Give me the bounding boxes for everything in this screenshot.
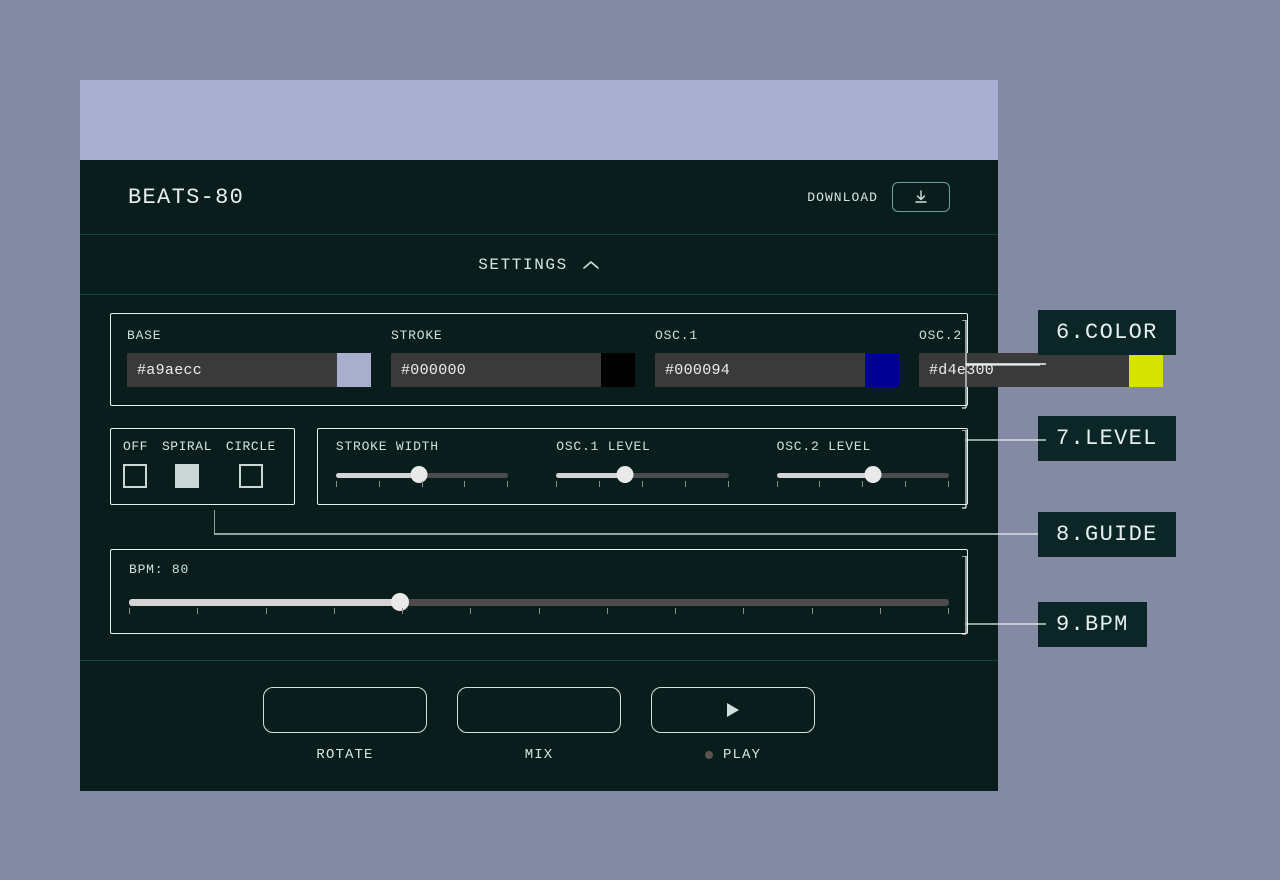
play-button[interactable] xyxy=(651,687,815,733)
bpm-group: BPM: 80 xyxy=(110,549,968,634)
color-base-input[interactable] xyxy=(127,353,337,387)
footer: ROTATE MIX PLAY xyxy=(80,660,998,791)
download-group: DOWNLOAD xyxy=(807,182,950,212)
app-panel: BEATS-80 DOWNLOAD SETTINGS BASE xyxy=(80,80,998,791)
guide-level-row: OFF SPIRAL CIRCLE STROKE WIDTH xyxy=(110,428,968,505)
play-label: PLAY xyxy=(705,747,761,763)
guide-circle-checkbox[interactable] xyxy=(239,464,263,488)
guide-circle: CIRCLE xyxy=(226,439,276,490)
guide-spiral-label: SPIRAL xyxy=(162,439,212,454)
guide-off: OFF xyxy=(123,439,148,490)
guide-circle-label: CIRCLE xyxy=(226,439,276,454)
osc1-level-label: OSC.1 LEVEL xyxy=(556,439,728,454)
color-osc1-input[interactable] xyxy=(655,353,865,387)
mix-button[interactable] xyxy=(457,687,621,733)
visualizer-area xyxy=(80,80,998,160)
color-base-label: BASE xyxy=(127,328,371,343)
guide-spiral: SPIRAL xyxy=(162,439,212,490)
annotation-color: 6.COLOR xyxy=(1038,310,1176,355)
osc1-level-col: OSC.1 LEVEL xyxy=(556,439,728,484)
play-icon xyxy=(726,702,740,718)
guide-spiral-checkbox[interactable] xyxy=(175,464,199,488)
play-col: PLAY xyxy=(651,687,815,763)
download-icon xyxy=(913,189,929,205)
app-title: BEATS-80 xyxy=(128,185,244,210)
stroke-width-label: STROKE WIDTH xyxy=(336,439,508,454)
annotation-bpm: 9.BPM xyxy=(1038,602,1147,647)
color-stroke-input[interactable] xyxy=(391,353,601,387)
color-stroke-label: STROKE xyxy=(391,328,635,343)
settings-toggle[interactable]: SETTINGS xyxy=(80,235,998,295)
bpm-slider[interactable] xyxy=(129,593,949,611)
settings-label: SETTINGS xyxy=(478,256,568,274)
color-base: BASE xyxy=(127,328,371,387)
osc2-level-label: OSC.2 LEVEL xyxy=(777,439,949,454)
stroke-width-slider[interactable] xyxy=(336,466,508,484)
level-group: STROKE WIDTH OSC.1 LEVEL OSC.2 LEVEL xyxy=(317,428,968,505)
color-group: BASE STROKE OSC.1 xyxy=(110,313,968,406)
guide-group: OFF SPIRAL CIRCLE xyxy=(110,428,295,505)
bpm-label: BPM: 80 xyxy=(129,562,949,577)
color-osc2-swatch[interactable] xyxy=(1129,353,1163,387)
annotation-guide: 8.GUIDE xyxy=(1038,512,1176,557)
color-stroke: STROKE xyxy=(391,328,635,387)
color-base-swatch[interactable] xyxy=(337,353,371,387)
osc1-level-slider[interactable] xyxy=(556,466,728,484)
settings-content: BASE STROKE OSC.1 xyxy=(80,295,998,640)
mix-col: MIX xyxy=(457,687,621,763)
stroke-width-col: STROKE WIDTH xyxy=(336,439,508,484)
record-dot-icon xyxy=(705,751,713,759)
osc2-level-slider[interactable] xyxy=(777,466,949,484)
chevron-up-icon xyxy=(582,259,600,271)
rotate-button[interactable] xyxy=(263,687,427,733)
guide-off-label: OFF xyxy=(123,439,148,454)
color-osc1: OSC.1 xyxy=(655,328,899,387)
download-button[interactable] xyxy=(892,182,950,212)
color-stroke-swatch[interactable] xyxy=(601,353,635,387)
download-label: DOWNLOAD xyxy=(807,190,878,205)
guide-off-checkbox[interactable] xyxy=(123,464,147,488)
rotate-col: ROTATE xyxy=(263,687,427,763)
color-osc1-swatch[interactable] xyxy=(865,353,899,387)
rotate-label: ROTATE xyxy=(316,747,373,763)
title-bar: BEATS-80 DOWNLOAD xyxy=(80,160,998,235)
mix-label: MIX xyxy=(525,747,554,763)
annotation-level: 7.LEVEL xyxy=(1038,416,1176,461)
color-osc1-label: OSC.1 xyxy=(655,328,899,343)
osc2-level-col: OSC.2 LEVEL xyxy=(777,439,949,484)
